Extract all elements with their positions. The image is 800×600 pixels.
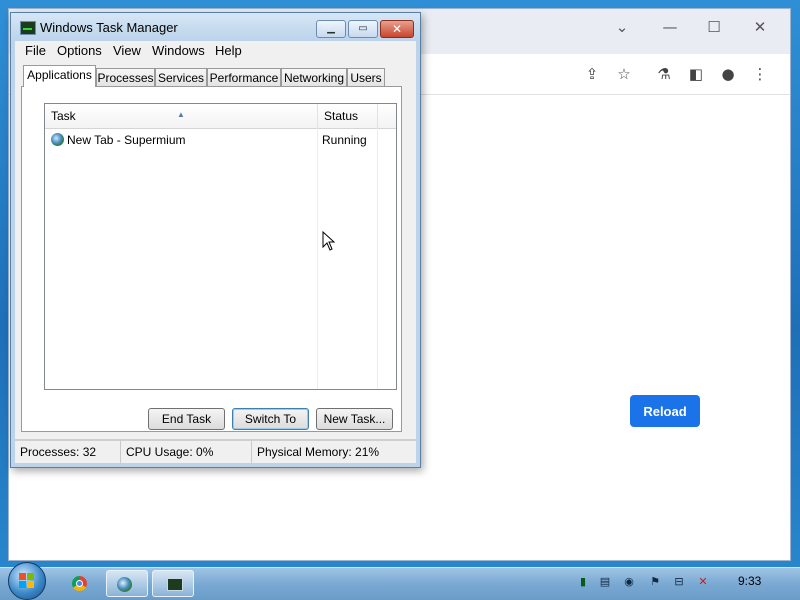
menu-icon[interactable]: ⋮ (750, 64, 770, 84)
window-title: Windows Task Manager (40, 20, 178, 35)
minimize-button[interactable]: ▁ (316, 20, 346, 38)
taskbar-chrome[interactable] (62, 570, 100, 597)
column-status[interactable]: Status (318, 104, 378, 128)
task-list[interactable]: Task ▲ Status New Tab - Supermium Runnin… (44, 103, 397, 390)
maximize-button[interactable]: ▭ (348, 20, 378, 38)
star-icon[interactable]: ☆ (614, 64, 634, 84)
network-icon[interactable]: ⊟ (672, 575, 686, 589)
status-cpu: CPU Usage: 0% (121, 441, 252, 463)
chrome-icon (72, 576, 87, 591)
cpu-meter-icon[interactable]: ▮ (576, 575, 590, 589)
column-divider (377, 128, 378, 389)
tab-search-icon[interactable]: ⌄ (607, 15, 637, 39)
row-task-name: New Tab - Supermium (67, 133, 186, 147)
sort-up-icon: ▲ (177, 110, 185, 119)
tab-networking[interactable]: Networking (281, 68, 347, 86)
column-task[interactable]: Task ▲ (45, 104, 318, 128)
column-task-label: Task (51, 109, 76, 123)
supermium-globe-icon (51, 133, 64, 146)
switch-to-button[interactable]: Switch To (232, 408, 309, 430)
start-button[interactable] (8, 562, 46, 600)
list-header: Task ▲ Status (45, 104, 396, 129)
close-button[interactable]: ✕ (380, 20, 414, 38)
menu-windows[interactable]: Windows (152, 43, 205, 58)
tm-titlebar[interactable]: Windows Task Manager ▁ ▭ ✕ (11, 13, 420, 41)
column-divider (317, 128, 318, 389)
mouse-cursor-icon (322, 231, 336, 251)
profile-icon[interactable]: ● (718, 64, 738, 84)
task-manager-icon (167, 578, 183, 591)
minimize-icon[interactable]: — (655, 15, 685, 39)
table-row[interactable]: New Tab - Supermium Running (45, 130, 396, 150)
flag-icon[interactable]: ⚑ (648, 575, 662, 589)
tab-performance[interactable]: Performance (207, 68, 281, 86)
maximize-icon[interactable]: ☐ (699, 15, 729, 39)
menu-bar: File Options View Windows Help (15, 41, 416, 61)
supermium-icon (117, 577, 132, 592)
tm-body: Applications Processes Services Performa… (15, 61, 416, 439)
menu-view[interactable]: View (113, 43, 141, 58)
taskbar-task-manager[interactable] (152, 570, 194, 597)
applications-panel: Task ▲ Status New Tab - Supermium Runnin… (21, 86, 402, 432)
task-manager-icon (20, 21, 36, 35)
menu-options[interactable]: Options (57, 43, 102, 58)
menu-help[interactable]: Help (215, 43, 242, 58)
status-processes: Processes: 32 (15, 441, 121, 463)
new-task-button[interactable]: New Task... (316, 408, 393, 430)
share-icon[interactable]: ⇪ (582, 64, 602, 84)
security-icon[interactable]: ◉ (622, 575, 636, 589)
tab-users[interactable]: Users (347, 68, 385, 86)
tab-processes[interactable]: Processes (96, 68, 155, 86)
row-status: Running (322, 133, 367, 147)
clock[interactable]: 9:33 (738, 574, 761, 588)
side-panel-icon[interactable]: ◧ (686, 64, 706, 84)
tab-applications[interactable]: Applications (23, 65, 96, 87)
notes-icon[interactable]: ▤ (598, 575, 612, 589)
windows-logo-icon (19, 573, 35, 589)
labs-icon[interactable]: ⚗ (654, 64, 674, 84)
close-icon[interactable]: ✕ (745, 15, 775, 39)
task-manager-window: Windows Task Manager ▁ ▭ ✕ File Options … (10, 12, 421, 468)
tab-services[interactable]: Services (155, 68, 207, 86)
status-memory: Physical Memory: 21% (257, 445, 380, 459)
menu-file[interactable]: File (25, 43, 46, 58)
volume-muted-icon[interactable]: ✕ (696, 575, 710, 589)
reload-button[interactable]: Reload (630, 395, 700, 427)
end-task-button[interactable]: End Task (148, 408, 225, 430)
taskbar-supermium[interactable] (106, 570, 148, 597)
taskbar: ▮ ▤ ◉ ⚑ ⊟ ✕ 9:33 (0, 562, 800, 600)
status-bar: Processes: 32 CPU Usage: 0% Physical Mem… (15, 440, 416, 463)
